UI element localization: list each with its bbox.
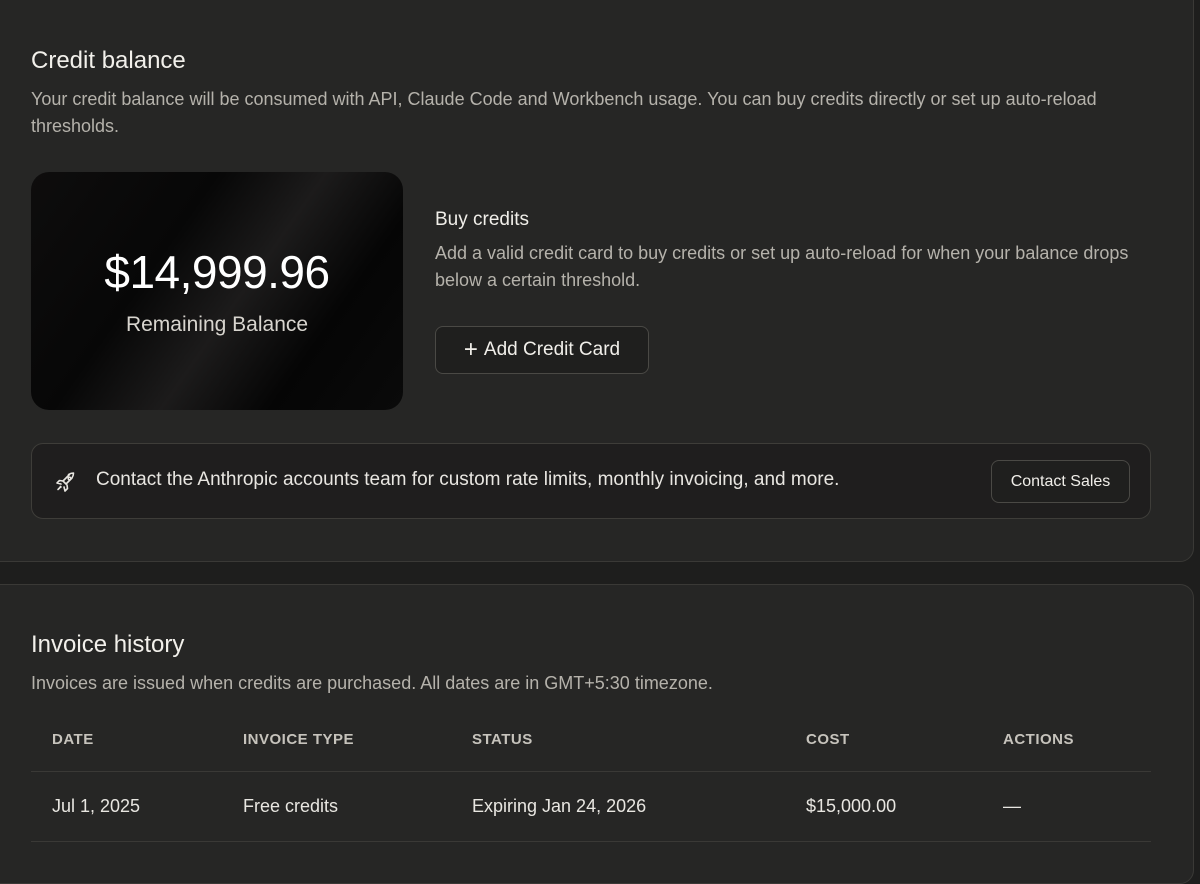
- cell-invoice-type: Free credits: [243, 796, 339, 816]
- balance-label: Remaining Balance: [125, 313, 309, 336]
- plus-icon: +: [463, 336, 478, 363]
- balance-card: $14,999.96 Remaining Balance: [31, 172, 403, 410]
- cell-status: Expiring Jan 24, 2026: [472, 796, 647, 816]
- invoice-history-title: Invoice history: [31, 631, 185, 658]
- invoice-table: DATE INVOICE TYPE STATUS COST ACTIONS Ju…: [31, 708, 1151, 842]
- buy-credits-title: Buy credits: [435, 209, 529, 230]
- column-header-status: STATUS: [472, 731, 533, 748]
- table-header: DATE INVOICE TYPE STATUS COST ACTIONS: [31, 708, 1151, 772]
- table-row: Jul 1, 2025 Free credits Expiring Jan 24…: [31, 772, 1151, 842]
- add-credit-card-button[interactable]: + Add Credit Card: [435, 326, 649, 374]
- add-credit-card-label: Add Credit Card: [483, 339, 621, 360]
- rocket-icon: [54, 470, 78, 494]
- cell-cost: $15,000.00: [806, 796, 897, 816]
- contact-sales-button[interactable]: Contact Sales: [991, 460, 1130, 503]
- invoice-history-description: Invoices are issued when credits are pur…: [31, 673, 713, 693]
- balance-amount: $14,999.96: [104, 246, 330, 298]
- cell-date: Jul 1, 2025: [52, 796, 141, 816]
- column-header-date: DATE: [52, 731, 94, 748]
- credit-balance-description: Your credit balance will be consumed wit…: [31, 89, 1097, 136]
- credit-balance-title: Credit balance: [31, 47, 186, 74]
- column-header-invoice-type: INVOICE TYPE: [243, 731, 355, 748]
- cell-actions: —: [1003, 796, 1021, 816]
- buy-credits-description: Add a valid credit card to buy credits o…: [435, 243, 1129, 290]
- contact-text: Contact the Anthropic accounts team for …: [96, 469, 840, 490]
- column-header-cost: COST: [806, 731, 850, 748]
- column-header-actions: ACTIONS: [1003, 731, 1074, 748]
- contact-banner: Contact the Anthropic accounts team for …: [31, 443, 1151, 519]
